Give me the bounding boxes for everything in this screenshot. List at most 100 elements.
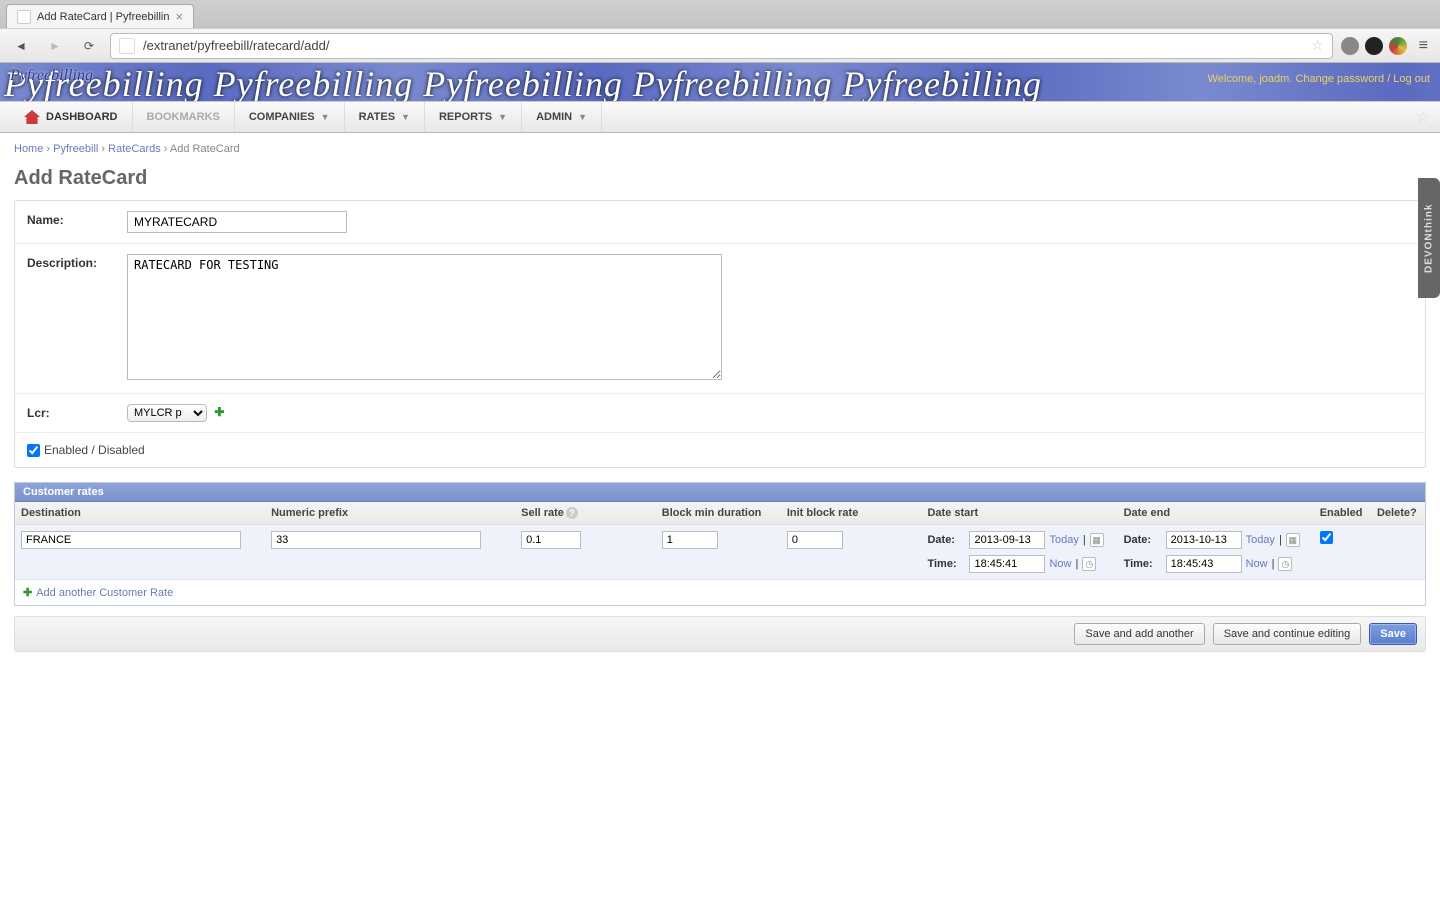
label-lcr: Lcr: [27, 404, 127, 422]
banner-logo: Pyfreebilling [10, 67, 93, 85]
input-start-time[interactable] [969, 555, 1045, 573]
ext-icon-1[interactable] [1341, 37, 1359, 55]
label-start-date: Date: [927, 534, 965, 546]
crumb-model[interactable]: RateCards [108, 143, 161, 155]
input-prefix[interactable] [271, 531, 481, 549]
th-block-min: Block min duration [656, 502, 781, 525]
th-init-block: Init block rate [781, 502, 922, 525]
input-init-block[interactable] [787, 531, 843, 549]
url-favicon [119, 38, 135, 54]
th-date-start: Date start [921, 502, 1117, 525]
link-end-today[interactable]: Today [1246, 534, 1275, 546]
link-add-another[interactable]: Add another Customer Rate [36, 587, 173, 599]
browser-chrome: Add RateCard | Pyfreebillin × ◄ ► ⟳ /ext… [0, 0, 1440, 63]
clock-icon[interactable]: ◷ [1082, 557, 1096, 571]
favorite-star-icon[interactable]: ☆ [1416, 107, 1430, 127]
crumb-page: Add RateCard [170, 143, 240, 155]
form-box: Name: Description: Lcr: MYLCR p ✚ Enable… [14, 200, 1426, 468]
ext-icon-3[interactable] [1389, 37, 1407, 55]
link-start-now[interactable]: Now [1049, 558, 1071, 570]
logout-link[interactable]: Log out [1393, 73, 1430, 85]
tab-title: Add RateCard | Pyfreebillin [37, 11, 169, 23]
change-password-link[interactable]: Change password [1295, 73, 1384, 85]
home-icon [24, 110, 40, 124]
forward-button[interactable]: ► [42, 33, 68, 59]
label-enabled: Enabled / Disabled [44, 443, 145, 457]
checkbox-row-enabled[interactable] [1320, 531, 1333, 544]
input-end-date[interactable] [1166, 531, 1242, 549]
menu-reports[interactable]: REPORTS▼ [425, 102, 522, 132]
devonthink-side-tab[interactable]: DEVONthink [1418, 178, 1440, 298]
th-date-end: Date end [1118, 502, 1314, 525]
input-sell-rate[interactable] [521, 531, 581, 549]
row-description: Description: [15, 244, 1425, 394]
inline-table: Destination Numeric prefix Sell rate? Bl… [15, 502, 1425, 580]
calendar-icon[interactable]: ▦ [1090, 533, 1104, 547]
menu-admin[interactable]: ADMIN▼ [522, 102, 602, 132]
input-block-min[interactable] [662, 531, 718, 549]
th-destination: Destination [15, 502, 265, 525]
inline-title: Customer rates [15, 483, 1425, 502]
extension-icons [1341, 37, 1407, 55]
crumb-app[interactable]: Pyfreebill [53, 143, 98, 155]
th-sell-rate: Sell rate? [515, 502, 656, 525]
plus-icon: ✚ [23, 586, 32, 599]
chevron-down-icon: ▼ [321, 112, 330, 122]
breadcrumb: Home › Pyfreebill › RateCards › Add Rate… [0, 133, 1440, 165]
crumb-home[interactable]: Home [14, 143, 43, 155]
add-another-row: ✚ Add another Customer Rate [15, 580, 1425, 605]
table-row: Date: Today| ▦ Time: Now| ◷ [15, 525, 1425, 580]
calendar-icon[interactable]: ▦ [1286, 533, 1300, 547]
label-end-time: Time: [1124, 558, 1162, 570]
link-end-now[interactable]: Now [1246, 558, 1268, 570]
bookmark-star-icon[interactable]: ☆ [1311, 37, 1324, 54]
banner-user-links: Welcome, joadm. Change password / Log ou… [1208, 73, 1430, 85]
tab-favicon [17, 10, 31, 24]
input-end-time[interactable] [1166, 555, 1242, 573]
url-field[interactable]: /extranet/pyfreebill/ratecard/add/ ☆ [110, 33, 1333, 59]
label-start-time: Time: [927, 558, 965, 570]
row-name: Name: [15, 201, 1425, 244]
menu-bookmarks[interactable]: BOOKMARKS [133, 102, 235, 132]
top-menu: DASHBOARD BOOKMARKS COMPANIES▼ RATES▼ RE… [0, 101, 1440, 133]
link-start-today[interactable]: Today [1049, 534, 1078, 546]
browser-tab[interactable]: Add RateCard | Pyfreebillin × [6, 4, 194, 28]
address-bar: ◄ ► ⟳ /extranet/pyfreebill/ratecard/add/… [0, 28, 1440, 62]
browser-menu-icon[interactable]: ≡ [1415, 37, 1432, 55]
chevron-down-icon: ▼ [401, 112, 410, 122]
help-icon[interactable]: ? [566, 507, 578, 519]
reload-button[interactable]: ⟳ [76, 33, 102, 59]
button-save-add-another[interactable]: Save and add another [1074, 623, 1204, 645]
input-name[interactable] [127, 211, 347, 233]
label-description: Description: [27, 254, 127, 383]
row-enabled: Enabled / Disabled [15, 433, 1425, 467]
submit-row: Save and add another Save and continue e… [14, 616, 1426, 652]
chevron-down-icon: ▼ [578, 112, 587, 122]
tab-bar: Add RateCard | Pyfreebillin × [0, 0, 1440, 28]
input-destination[interactable] [21, 531, 241, 549]
chevron-down-icon: ▼ [498, 112, 507, 122]
welcome-text: Welcome, joadm. [1208, 73, 1293, 85]
th-delete: Delete? [1371, 502, 1425, 525]
select-lcr[interactable]: MYLCR p [127, 404, 207, 422]
label-end-date: Date: [1124, 534, 1162, 546]
button-save-continue[interactable]: Save and continue editing [1213, 623, 1362, 645]
input-description[interactable] [127, 254, 722, 380]
th-prefix: Numeric prefix [265, 502, 515, 525]
th-enabled: Enabled [1314, 502, 1371, 525]
button-save[interactable]: Save [1369, 623, 1417, 645]
menu-rates[interactable]: RATES▼ [345, 102, 425, 132]
inline-customer-rates: Customer rates Destination Numeric prefi… [14, 482, 1426, 606]
ext-icon-2[interactable] [1365, 37, 1383, 55]
checkbox-enabled[interactable] [27, 444, 40, 457]
label-name: Name: [27, 211, 127, 233]
menu-dashboard[interactable]: DASHBOARD [10, 102, 133, 132]
url-text: /extranet/pyfreebill/ratecard/add/ [143, 38, 329, 53]
menu-companies[interactable]: COMPANIES▼ [235, 102, 345, 132]
input-start-date[interactable] [969, 531, 1045, 549]
back-button[interactable]: ◄ [8, 33, 34, 59]
page-title: Add RateCard [0, 165, 1440, 200]
close-icon[interactable]: × [175, 9, 183, 24]
add-lcr-icon[interactable]: ✚ [214, 405, 224, 419]
clock-icon[interactable]: ◷ [1278, 557, 1292, 571]
